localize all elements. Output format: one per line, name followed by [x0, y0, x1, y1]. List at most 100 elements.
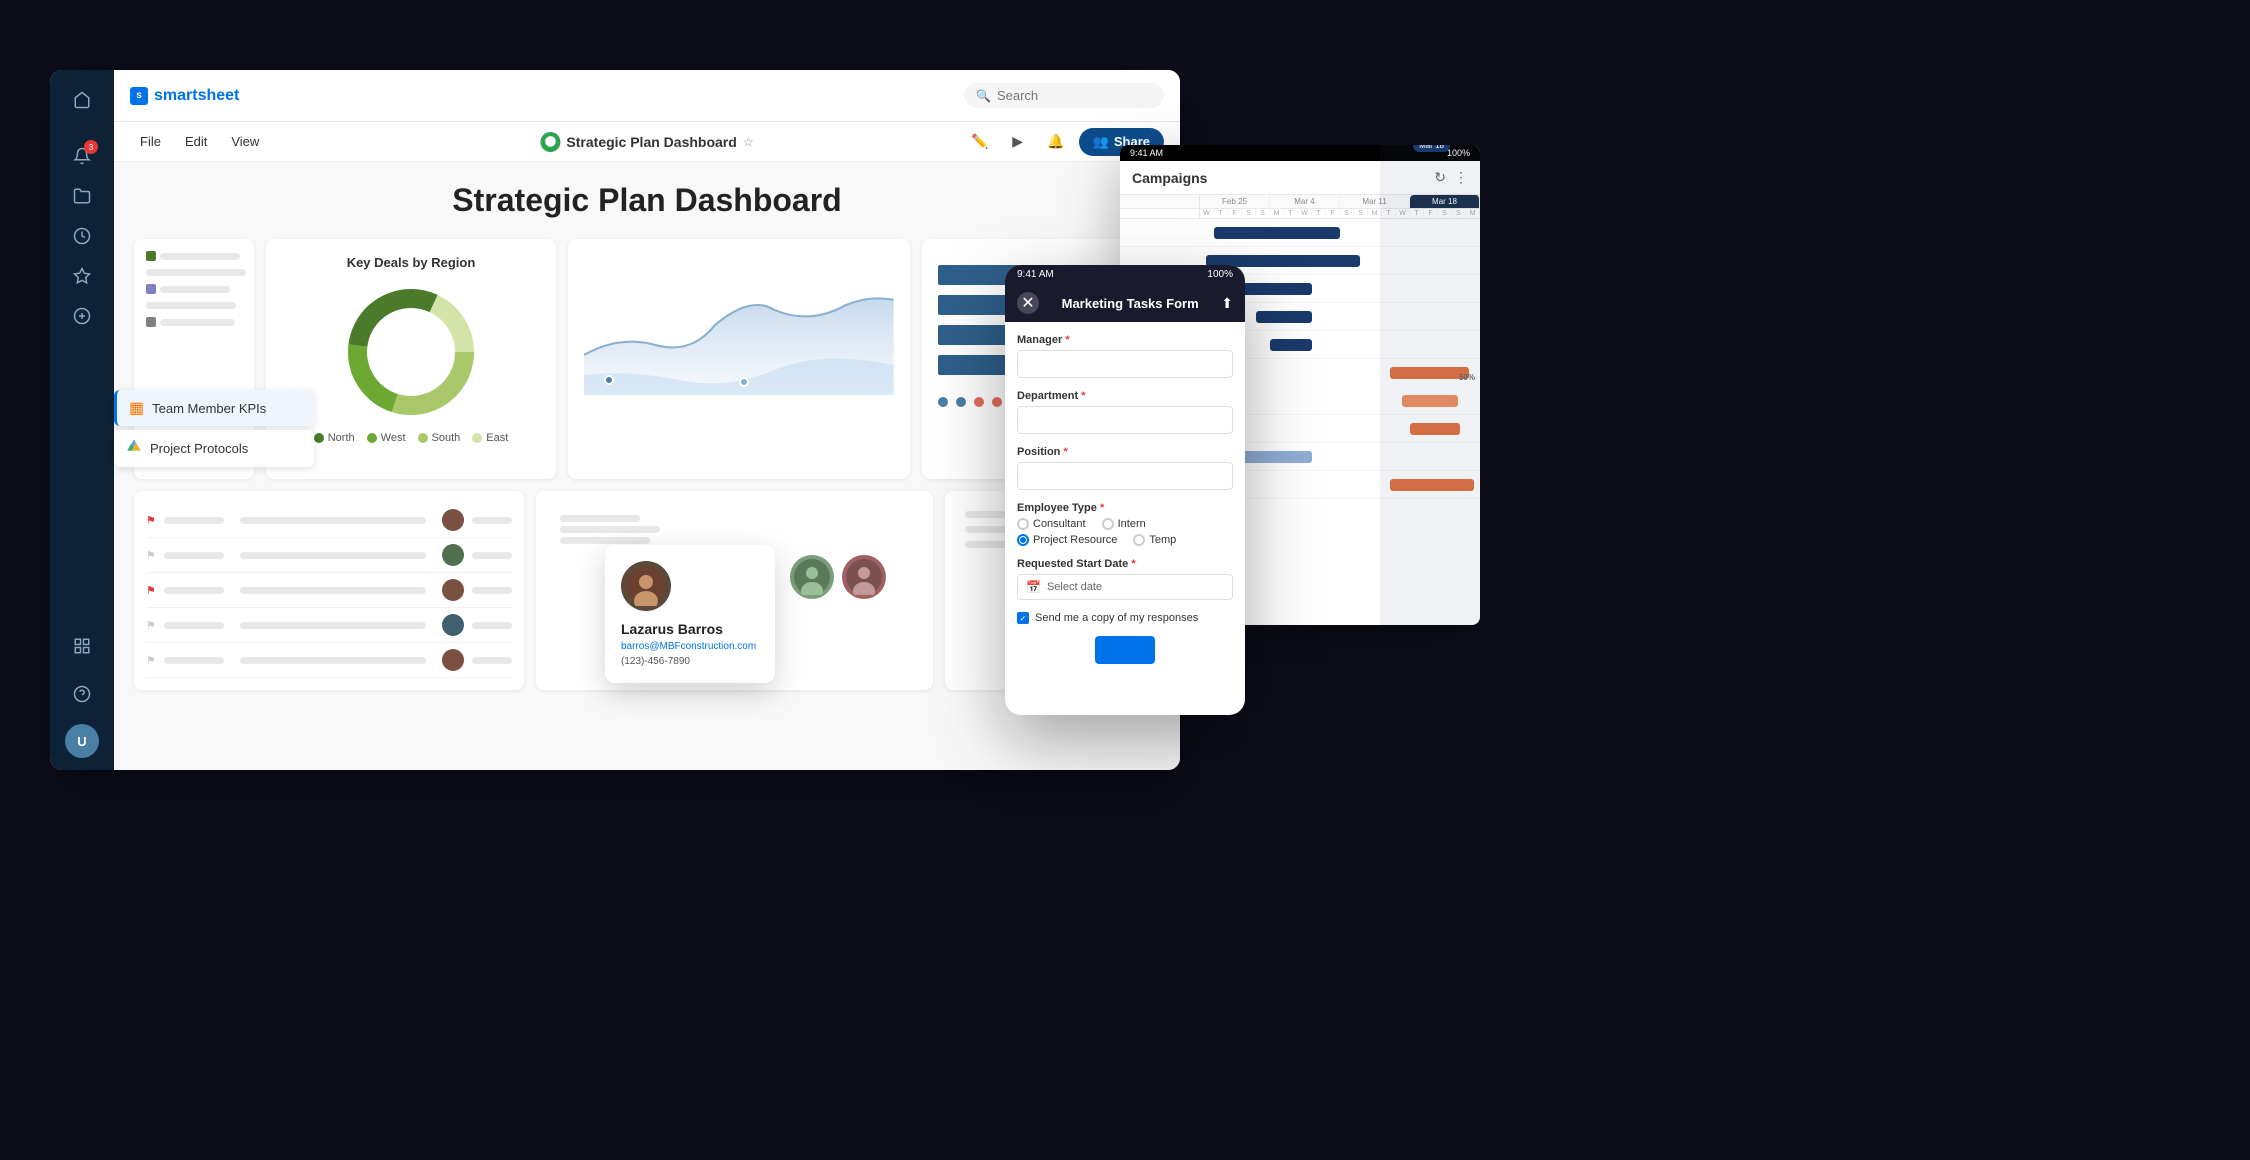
star-icon[interactable] — [64, 258, 100, 294]
table-row-2: ⚑ — [146, 538, 512, 573]
notification-icon[interactable]: 3 — [64, 138, 100, 174]
quick-item-protocols-label: Project Protocols — [150, 441, 248, 456]
mobile-status-bar: 9:41 AM 100% — [1005, 265, 1245, 284]
row-avatar-2 — [442, 544, 464, 566]
manager-input[interactable] — [1017, 350, 1233, 378]
employee-type-field: Employee Type * Consultant Intern — [1017, 502, 1233, 546]
grid-avatar-2 — [842, 555, 886, 599]
table-widget: ⚑ ⚑ — [134, 491, 524, 690]
row-avatar-3 — [442, 579, 464, 601]
flag-icon-gray-3: ⚑ — [146, 654, 156, 667]
gantt-bar — [1214, 227, 1340, 239]
department-input[interactable] — [1017, 406, 1233, 434]
table-row-1: ⚑ — [146, 503, 512, 538]
contact-card: Lazarus Barros barros@MBFconstruction.co… — [605, 545, 775, 683]
sidebar-logo-area — [64, 82, 100, 122]
department-field: Department * — [1017, 390, 1233, 434]
chart-dot-2 — [739, 377, 749, 387]
menu-view[interactable]: View — [221, 130, 269, 153]
start-date-label: Requested Start Date * — [1017, 558, 1233, 570]
logo: s smartsheet — [130, 87, 239, 105]
donut-container: North West South — [282, 282, 540, 444]
gantt-bar — [1410, 423, 1460, 435]
search-input[interactable] — [997, 88, 1137, 103]
search-bar[interactable]: 🔍 — [964, 83, 1164, 108]
home-icon[interactable] — [64, 82, 100, 118]
position-input[interactable] — [1017, 462, 1233, 490]
help-icon[interactable] — [64, 676, 100, 712]
apps-icon[interactable] — [64, 628, 100, 664]
contact-avatar — [621, 561, 671, 611]
contact-name: Lazarus Barros — [621, 621, 723, 637]
donut-chart-svg — [341, 282, 481, 422]
gantt-bar-orange — [1390, 367, 1468, 379]
legend-west: West — [367, 432, 406, 444]
doc-title-area: ⬤ Strategic Plan Dashboard ☆ — [540, 132, 753, 152]
alert-icon[interactable]: 🔔 — [1041, 127, 1071, 157]
menu-file[interactable]: File — [130, 130, 171, 153]
mobile-time: 9:41 AM — [1017, 269, 1054, 280]
radio-group: Consultant Intern Project Resource — [1017, 518, 1233, 546]
radio-row-1: Consultant Intern — [1017, 518, 1233, 530]
avatar-svg — [626, 566, 666, 606]
radio-temp[interactable]: Temp — [1133, 534, 1176, 546]
radio-intern[interactable]: Intern — [1102, 518, 1146, 530]
row-avatar-5 — [442, 649, 464, 671]
gantt-actions: ↻ ⋮ — [1434, 169, 1468, 186]
table-row-5: ⚑ — [146, 643, 512, 678]
table-row-4: ⚑ — [146, 608, 512, 643]
mobile-form-header: ✕ Marketing Tasks Form ⬆ — [1005, 284, 1245, 322]
radio-row-2: Project Resource Temp — [1017, 534, 1233, 546]
table-row-3: ⚑ — [146, 573, 512, 608]
menu-edit[interactable]: Edit — [175, 130, 217, 153]
row-avatar-4 — [442, 614, 464, 636]
mobile-share-button[interactable]: ⬆ — [1221, 295, 1233, 312]
quick-item-protocols[interactable]: Project Protocols — [114, 430, 314, 467]
week-mar4: Mar 4 — [1270, 195, 1340, 208]
gantt-bar — [1270, 339, 1312, 351]
copy-checkbox[interactable]: ✓ — [1017, 612, 1029, 624]
more-icon[interactable]: ⋮ — [1454, 169, 1468, 186]
search-icon: 🔍 — [976, 89, 991, 103]
flag-icon-gray: ⚑ — [146, 549, 156, 562]
add-icon[interactable] — [64, 298, 100, 334]
mobile-form-body: Manager * Department * Position * — [1005, 322, 1245, 715]
legend-north: North — [314, 432, 355, 444]
submit-button[interactable] — [1095, 636, 1155, 664]
employee-type-label: Employee Type * — [1017, 502, 1233, 514]
flag-icon-gray-2: ⚑ — [146, 619, 156, 632]
radio-project-resource[interactable]: Project Resource — [1017, 534, 1117, 546]
manager-field: Manager * — [1017, 334, 1233, 378]
radio-consultant[interactable]: Consultant — [1017, 518, 1086, 530]
date-picker[interactable]: 📅 Select date — [1017, 574, 1233, 600]
week-mar18: Mar 18 — [1410, 195, 1480, 208]
copy-field: ✓ Send me a copy of my responses — [1017, 612, 1233, 624]
folder-icon[interactable] — [64, 178, 100, 214]
calendar-icon: 📅 — [1026, 580, 1041, 594]
edit-icon[interactable]: ✏️ — [965, 127, 995, 157]
mobile-form-title: Marketing Tasks Form — [1047, 296, 1213, 311]
gantt-header: Campaigns ↻ ⋮ — [1120, 161, 1480, 195]
donut-title: Key Deals by Region — [282, 255, 540, 270]
topbar: s smartsheet 🔍 — [114, 70, 1180, 122]
gantt-status-bar: 9:41 AM 100% — [1120, 145, 1480, 161]
gantt-progress: 50% — [1459, 373, 1475, 382]
chart-dot-1 — [604, 375, 614, 385]
refresh-icon[interactable]: ↻ — [1434, 169, 1446, 186]
start-date-field: Requested Start Date * 📅 Select date — [1017, 558, 1233, 600]
quick-item-kpis[interactable]: ▦ Team Member KPIs — [114, 390, 314, 426]
mobile-close-button[interactable]: ✕ — [1017, 292, 1039, 314]
quick-access-panel: ▦ Team Member KPIs Project Protocols — [114, 390, 314, 467]
legend-south: South — [418, 432, 461, 444]
recent-icon[interactable] — [64, 218, 100, 254]
star-doc-icon[interactable]: ☆ — [743, 135, 754, 149]
date-placeholder: Select date — [1047, 581, 1102, 593]
copy-label: Send me a copy of my responses — [1035, 612, 1198, 624]
sidebar-bottom: U — [64, 628, 100, 758]
grid-avatars — [790, 555, 886, 599]
user-avatar[interactable]: U — [65, 724, 99, 758]
present-icon[interactable]: ▶ — [1003, 127, 1033, 157]
flag-icon-red-2: ⚑ — [146, 584, 156, 597]
gantt-battery: 100% — [1447, 148, 1470, 158]
drive-icon — [126, 438, 142, 459]
